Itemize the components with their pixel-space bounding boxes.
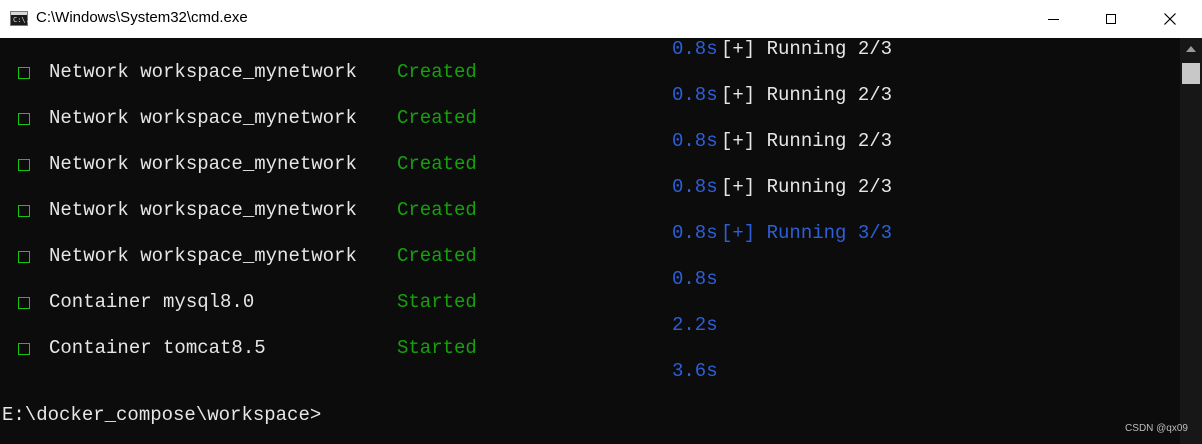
scrollbar-thumb[interactable] [1182,63,1200,84]
check-icon [18,67,30,79]
line-status: Started [397,291,477,313]
close-button[interactable] [1147,0,1193,38]
line-object: Network workspace_mynetwork [49,61,357,83]
check-icon [18,159,30,171]
check-icon [18,297,30,309]
watermark: CSDN @qx09 [1125,423,1188,434]
line-timing: 0.8s [672,84,718,106]
line-progress: [+] Running 2/3 [721,38,893,60]
line-status: Created [397,107,477,129]
line-progress: [+] Running 2/3 [721,176,893,198]
command-prompt[interactable]: E:\docker_compose\workspace> [2,404,321,426]
line-timing: 0.8s [672,130,718,152]
minimize-button[interactable] [1030,0,1076,38]
window-title: C:\Windows\System32\cmd.exe [36,9,248,26]
line-status: Created [397,245,477,267]
scroll-up-arrow-icon[interactable] [1186,46,1196,52]
cmd-icon: C:\. [10,11,30,26]
line-status: Created [397,199,477,221]
close-icon [1164,13,1176,25]
line-timing: 2.2s [672,314,718,336]
check-icon [18,251,30,263]
line-object: Container mysql8.0 [49,291,255,313]
line-timing: 0.8s [672,268,718,290]
title-bar[interactable]: C:\. C:\Windows\System32\cmd.exe [0,0,1202,38]
line-timing: 3.6s [672,360,718,382]
line-progress: [+] Running 2/3 [721,130,893,152]
cmd-icon-label: C:\. [13,16,30,24]
check-icon [18,205,30,217]
line-object: Network workspace_mynetwork [49,153,357,175]
line-status: Created [397,61,477,83]
line-object: Network workspace_mynetwork [49,199,357,221]
maximize-icon [1106,14,1116,24]
line-timing: 0.8s [672,38,718,60]
minimize-icon [1047,18,1059,20]
line-object: Network workspace_mynetwork [49,245,357,267]
check-icon [18,343,30,355]
maximize-button[interactable] [1088,0,1134,38]
line-status: Created [397,153,477,175]
prompt-path: E:\docker_compose\workspace> [2,404,322,426]
line-timing: 0.8s [672,176,718,198]
line-object: Network workspace_mynetwork [49,107,357,129]
line-object: Container tomcat8.5 [49,337,266,359]
console-output[interactable]: 0.8s [+] Running 2/3 Network workspace_m… [0,38,1180,444]
line-status: Started [397,337,477,359]
line-timing: 0.8s [672,222,718,244]
line-progress: [+] Running 3/3 [721,222,893,244]
line-progress: [+] Running 2/3 [721,84,893,106]
check-icon [18,113,30,125]
vertical-scrollbar[interactable] [1180,38,1202,444]
